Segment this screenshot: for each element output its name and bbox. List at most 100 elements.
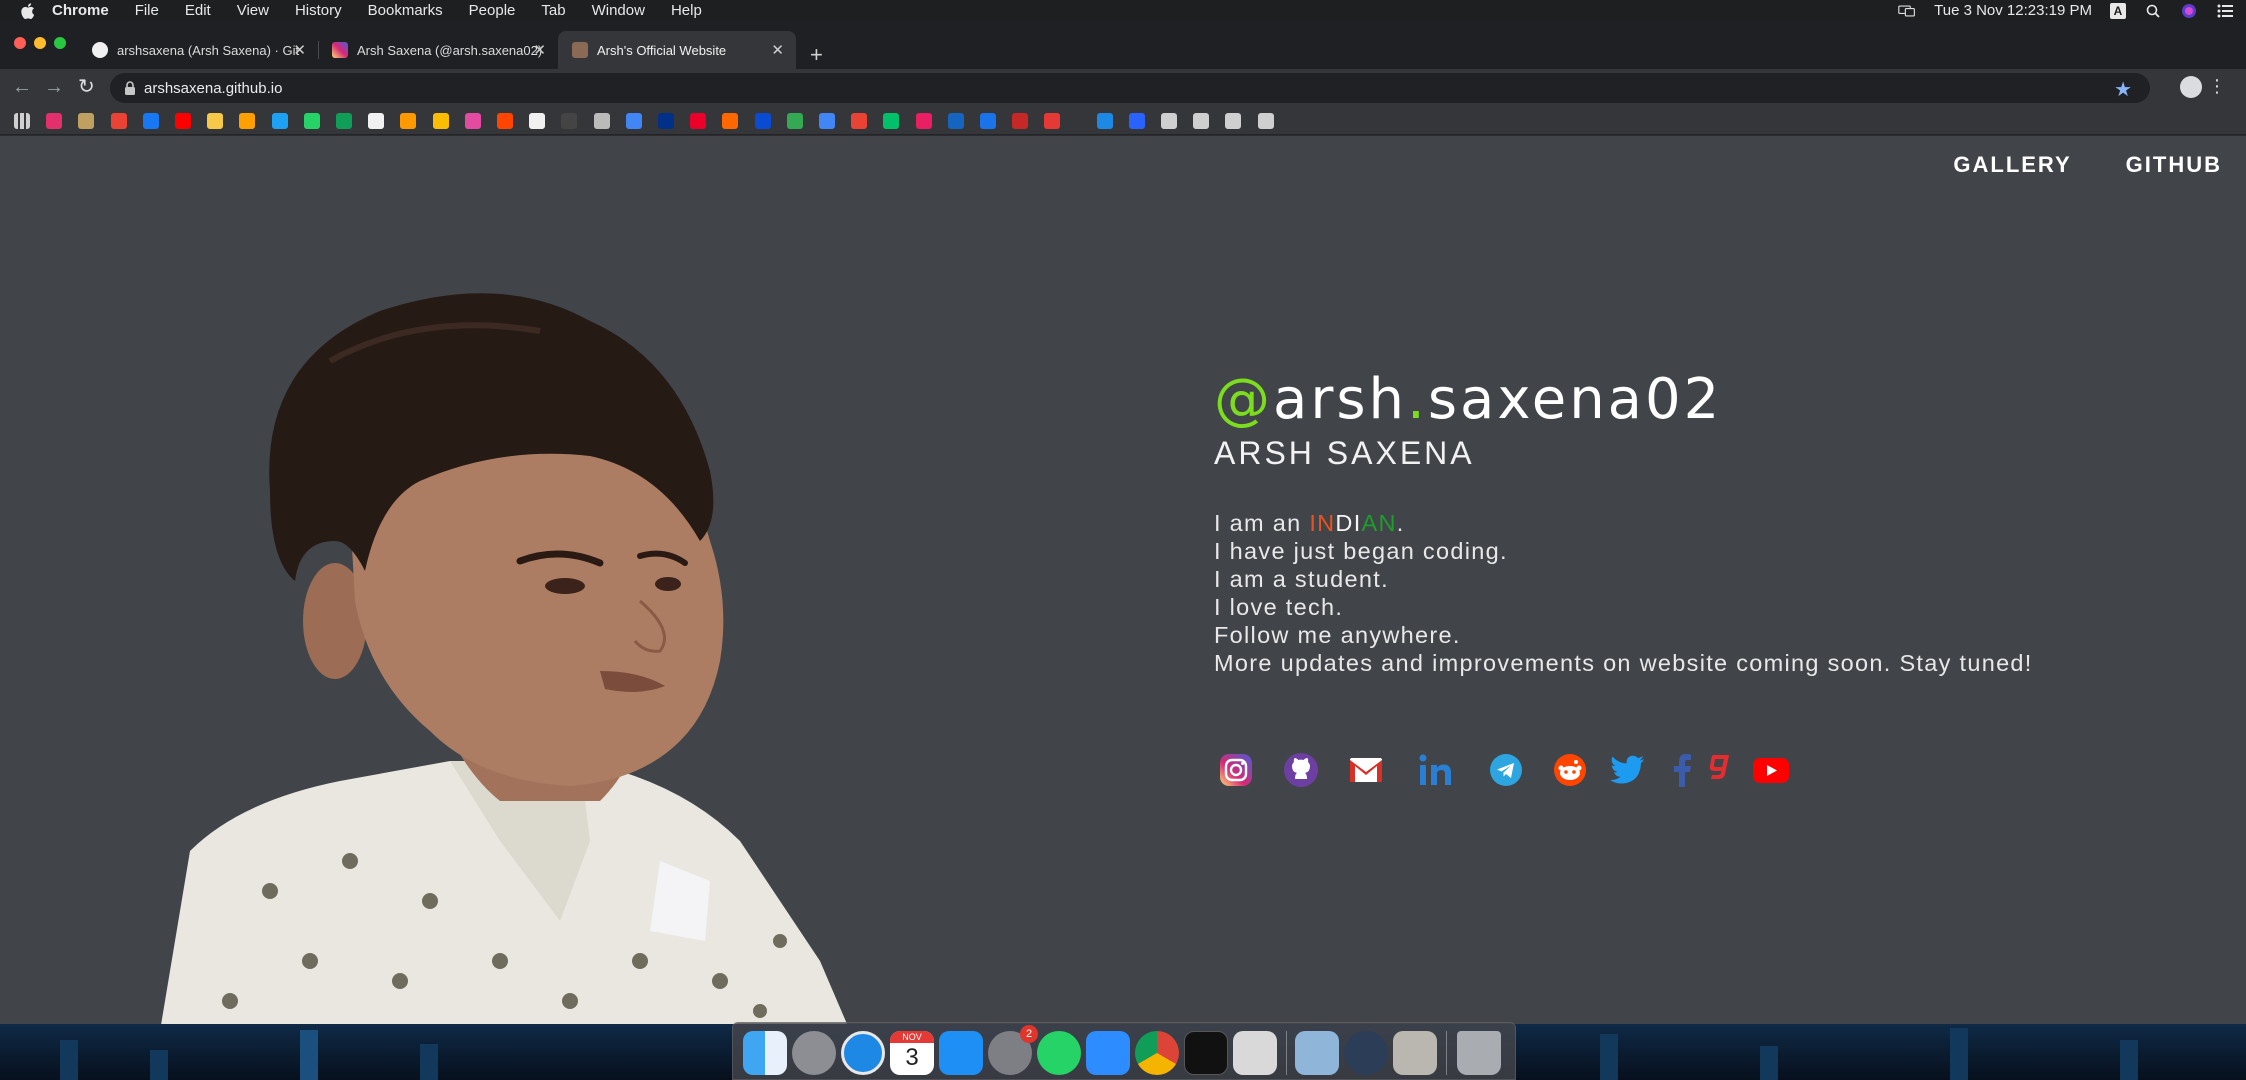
preview-icon[interactable] (1295, 1031, 1339, 1075)
safari-icon[interactable] (841, 1031, 885, 1075)
flipkart-icon[interactable] (207, 113, 224, 129)
menu-tab[interactable]: Tab (541, 2, 565, 19)
new-tab-button[interactable]: + (810, 44, 823, 66)
behance-icon[interactable] (561, 113, 578, 129)
trash-icon[interactable] (1457, 1031, 1501, 1075)
menu-chrome[interactable]: Chrome (52, 2, 109, 19)
gmail-icon[interactable] (1344, 748, 1388, 792)
gaana-icon[interactable] (1698, 748, 1742, 792)
translate-icon[interactable] (819, 113, 835, 129)
profile-avatar[interactable] (2180, 76, 2202, 98)
menu-people[interactable]: People (469, 2, 516, 19)
address-bar[interactable]: arshsaxena.github.io ★ (110, 73, 2150, 103)
close-tab-icon[interactable]: ✕ (771, 41, 784, 59)
nav-github-link[interactable]: GITHUB (2126, 152, 2222, 178)
menu-file[interactable]: File (135, 2, 159, 19)
menu-view[interactable]: View (237, 2, 269, 19)
app-store-icon[interactable] (939, 1031, 983, 1075)
facebook-icon[interactable] (142, 113, 159, 129)
input-source-indicator[interactable]: A (2110, 2, 2126, 19)
firebase-icon[interactable] (239, 113, 256, 129)
star-icon[interactable] (1225, 113, 1242, 129)
twitter-icon[interactable] (271, 113, 288, 129)
instagram-icon[interactable] (46, 113, 63, 129)
whatsapp-icon[interactable] (303, 113, 320, 129)
reddit-icon[interactable] (497, 113, 513, 129)
aws-icon[interactable] (1096, 113, 1113, 129)
github-icon[interactable] (529, 113, 546, 129)
photos-icon[interactable] (851, 113, 868, 129)
mi-icon[interactable] (722, 113, 739, 129)
chrome-menu-icon[interactable]: ⋮ (2208, 76, 2226, 97)
apple-icon[interactable] (593, 113, 610, 129)
apps-icon[interactable] (14, 113, 30, 129)
finder-icon[interactable] (743, 1031, 787, 1075)
play-icon[interactable] (883, 113, 900, 129)
jio-icon[interactable] (754, 113, 771, 129)
reload-button[interactable]: ↻ (78, 77, 95, 97)
gmail-icon[interactable] (110, 113, 127, 129)
screenshot-icon[interactable] (1233, 1031, 1277, 1075)
myntra-icon[interactable] (915, 113, 932, 129)
screen-mirroring-icon[interactable] (1898, 4, 1916, 18)
notification-center-icon[interactable] (2216, 4, 2234, 18)
minimize-window-button[interactable] (34, 37, 46, 49)
font-book-icon[interactable] (1393, 1031, 1437, 1075)
nav-gallery-link[interactable]: GALLERY (1953, 152, 2071, 178)
google-icon[interactable] (625, 113, 642, 129)
clapper-icon[interactable] (1128, 113, 1145, 129)
indianrail-icon[interactable] (980, 113, 996, 129)
downloads-icon[interactable] (1193, 113, 1210, 129)
close-tab-icon[interactable]: ✕ (533, 41, 546, 59)
keep-icon[interactable] (432, 113, 449, 129)
zoom-icon[interactable] (1086, 1031, 1130, 1075)
medium-icon[interactable] (464, 113, 481, 129)
tab-instagram[interactable]: Arsh Saxena (@arsh.saxena02) ✕ (318, 31, 558, 69)
forward-button[interactable]: → (44, 77, 64, 97)
menu-edit[interactable]: Edit (185, 2, 211, 19)
activity-monitor-icon[interactable] (1184, 1031, 1228, 1075)
zoom-window-button[interactable] (54, 37, 66, 49)
tab-arsh-website[interactable]: Arsh's Official Website ✕ (558, 31, 796, 69)
url-text[interactable]: arshsaxena.github.io (144, 80, 282, 97)
history-icon[interactable] (1161, 113, 1177, 129)
oneplus-icon[interactable] (690, 113, 707, 129)
instagram-icon[interactable] (1214, 748, 1258, 792)
chrome-icon[interactable] (1135, 1031, 1179, 1075)
menu-bookmarks[interactable]: Bookmarks (368, 2, 443, 19)
menu-help[interactable]: Help (671, 2, 702, 19)
whatsapp-icon[interactable] (1037, 1031, 1081, 1075)
tab-github[interactable]: arshsaxena (Arsh Saxena) · Git ✕ (78, 31, 318, 69)
youtube-icon[interactable] (1749, 748, 1793, 792)
maps-icon[interactable] (786, 113, 803, 129)
launchpad-icon[interactable] (792, 1031, 836, 1075)
reddit-icon[interactable] (1548, 748, 1592, 792)
menu-window[interactable]: Window (592, 2, 645, 19)
linkedin-icon[interactable] (1414, 748, 1458, 792)
gaana-icon[interactable] (1044, 113, 1061, 129)
paypal-icon[interactable] (658, 113, 674, 129)
spotlight-search-icon[interactable] (2144, 4, 2162, 18)
amazon-icon[interactable] (400, 113, 417, 129)
youtube-icon[interactable] (175, 113, 191, 129)
siri-icon[interactable] (2180, 3, 2198, 18)
back-button[interactable]: ← (12, 77, 32, 97)
telegram-icon[interactable] (1484, 748, 1528, 792)
pinterest-icon[interactable] (947, 113, 964, 129)
menu-bar-clock[interactable]: Tue 3 Nov 12:23:19 PM (1934, 2, 2092, 19)
close-tab-icon[interactable]: ✕ (293, 41, 306, 59)
bookmark-icon[interactable] (78, 113, 95, 129)
close-window-button[interactable] (14, 37, 26, 49)
twitter-icon[interactable] (1606, 748, 1650, 792)
github-icon[interactable] (1279, 748, 1323, 792)
wikipedia-icon[interactable] (368, 113, 385, 129)
sheets-icon[interactable] (336, 113, 352, 129)
mytoday-icon[interactable] (1012, 113, 1029, 129)
bookmark-star-icon[interactable]: ★ (2114, 77, 2132, 102)
system-preferences-icon[interactable]: 2 (988, 1025, 1038, 1075)
settings-icon[interactable] (1257, 113, 1274, 129)
menu-history[interactable]: History (295, 2, 342, 19)
apple-menu-icon[interactable] (20, 2, 36, 19)
calendar-icon[interactable]: NOV 3 (890, 1031, 934, 1075)
quicktime-icon[interactable] (1344, 1031, 1388, 1075)
